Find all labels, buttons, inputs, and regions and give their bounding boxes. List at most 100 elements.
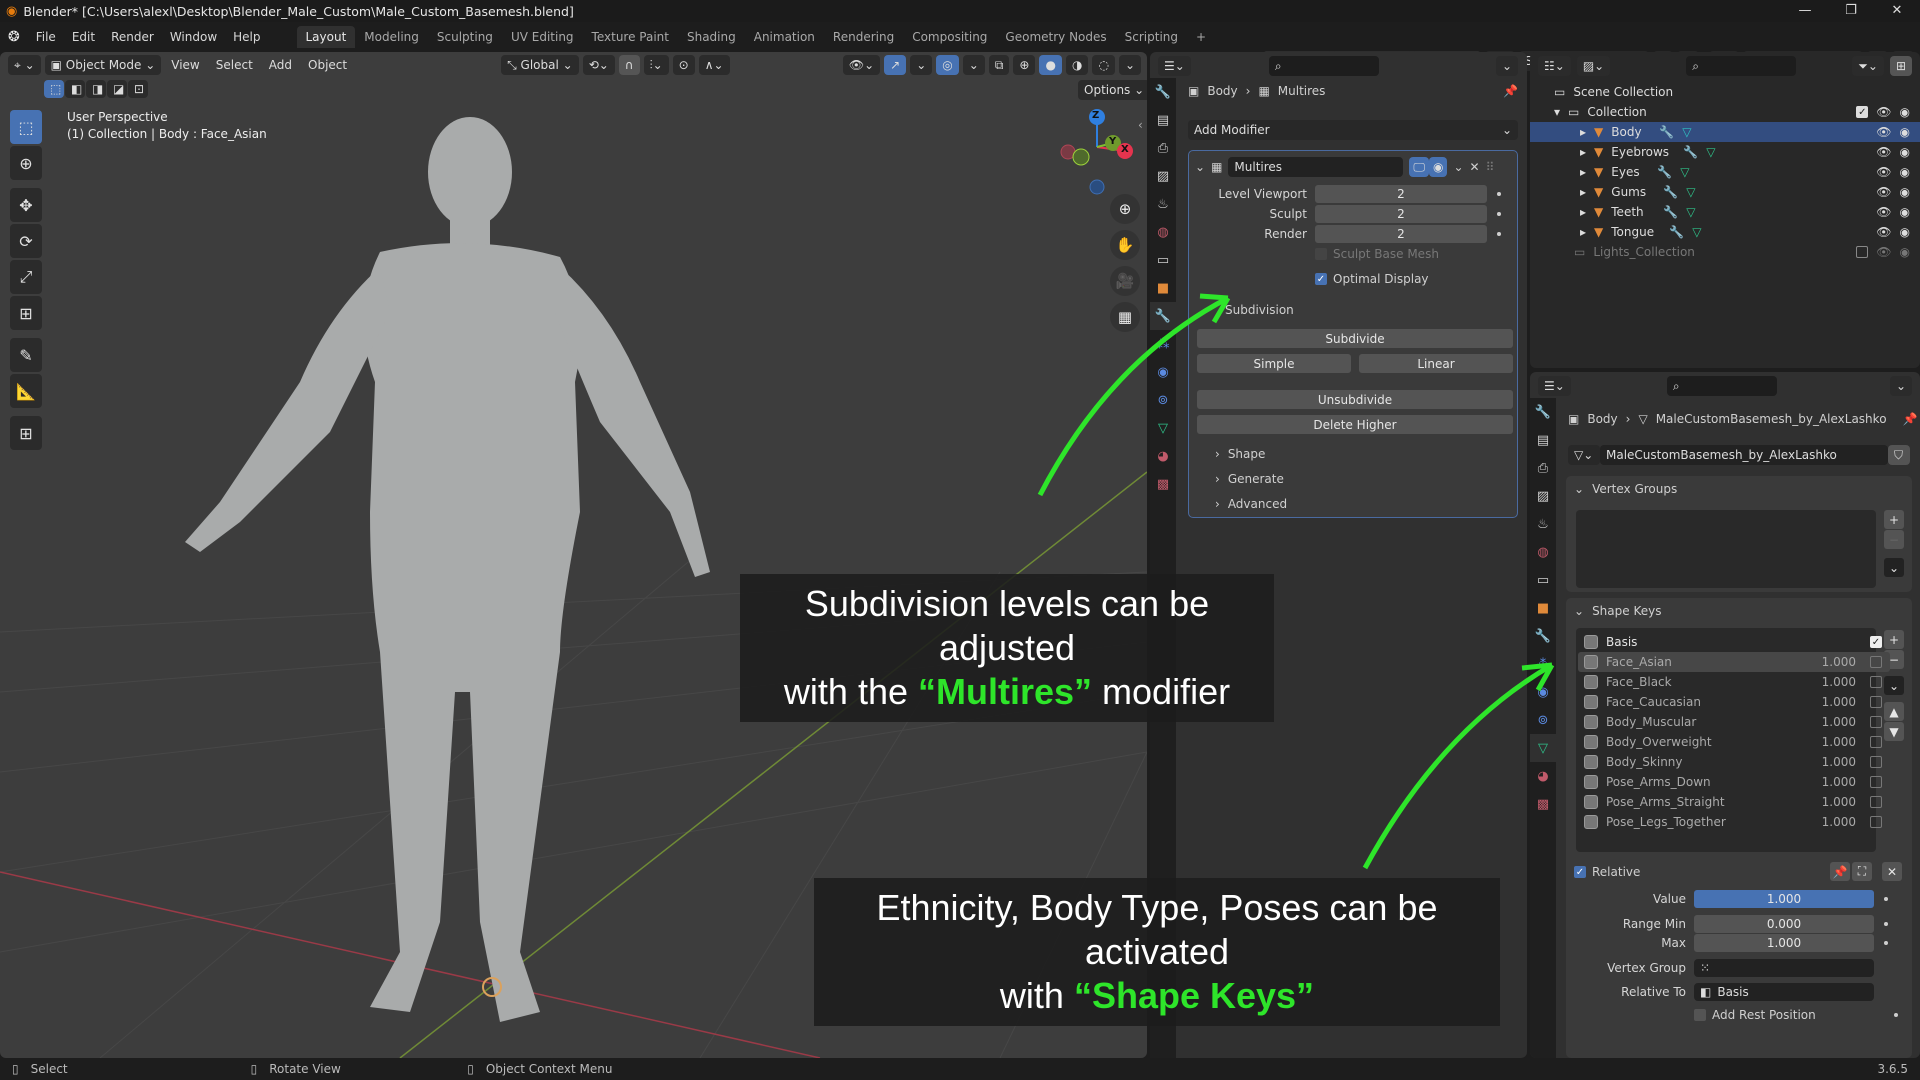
vertex-group-field[interactable]: ⁙ — [1694, 959, 1874, 977]
keyframe-dot[interactable] — [1497, 192, 1501, 196]
eye-icon[interactable]: 👁 — [1876, 145, 1891, 159]
scale-tool[interactable]: ⤢ — [10, 260, 42, 294]
editor-type-button[interactable]: ☷⌄ — [1538, 56, 1571, 76]
shading-rendered[interactable]: ◌ — [1092, 55, 1115, 75]
select-extend-button[interactable]: ◧ — [65, 80, 85, 98]
shape-key-value[interactable]: 1.000 — [1796, 795, 1856, 809]
tab-texture[interactable]: ▩ — [1150, 470, 1176, 498]
shape-key-mute-checkbox[interactable] — [1870, 676, 1882, 688]
shape-key-value[interactable]: 1.000 — [1796, 675, 1856, 689]
keyframe-dot[interactable] — [1894, 1013, 1898, 1017]
shape-key-mute-checkbox[interactable] — [1870, 736, 1882, 748]
eye-icon[interactable]: 👁 — [1876, 165, 1891, 179]
outliner-search[interactable]: ⌕ — [1686, 56, 1797, 76]
outliner-collection[interactable]: ▾ ▭ Collection ✓ 👁 ◉ — [1530, 102, 1920, 122]
select-invert-button[interactable]: ◪ — [107, 80, 127, 98]
body-mesh[interactable] — [185, 117, 710, 1023]
properties-options-button[interactable]: ⌄ — [1495, 56, 1518, 76]
eye-icon[interactable]: 👁 — [1876, 205, 1891, 219]
subpanel-advanced[interactable]: › Advanced — [1215, 497, 1287, 511]
add-workspace-button[interactable]: + — [1187, 26, 1215, 48]
drag-handle-icon[interactable]: ⠿ — [1486, 160, 1495, 174]
close-button[interactable]: ✕ — [1874, 0, 1920, 22]
shape-key-mute-checkbox[interactable] — [1870, 716, 1882, 728]
snap-toggle[interactable]: ∩ — [618, 55, 640, 75]
camera-icon[interactable]: ◉ — [1900, 125, 1910, 139]
menu-window[interactable]: Window — [162, 30, 225, 44]
pin-icon[interactable]: 📌 — [1503, 84, 1518, 98]
shape-key-value[interactable]: 1.000 — [1796, 775, 1856, 789]
outliner-scene-collection[interactable]: ▭ Scene Collection — [1530, 82, 1920, 102]
exclude-checkbox[interactable]: ✓ — [1856, 106, 1869, 118]
shape-key-mute-checkbox[interactable] — [1870, 756, 1882, 768]
add-rest-position-checkbox[interactable]: Add Rest Position — [1694, 1008, 1906, 1022]
shape-key-row[interactable]: Pose_Legs_Together 1.000 — [1578, 812, 1890, 832]
sculpt-base-mesh-checkbox[interactable]: Sculpt Base Mesh — [1315, 247, 1439, 261]
camera-icon[interactable]: ◉ — [1900, 165, 1910, 179]
shape-key-value[interactable]: 1.000 — [1796, 815, 1856, 829]
tab-rendering[interactable]: Rendering — [824, 26, 903, 48]
menu-select[interactable]: Select — [210, 58, 259, 72]
select-subtract-button[interactable]: ◨ — [86, 80, 106, 98]
shading-solid[interactable]: ● — [1039, 55, 1062, 75]
edit-mode-shape-button[interactable]: ⛶ — [1852, 862, 1872, 881]
tab-modifiers[interactable]: 🔧 — [1530, 622, 1556, 650]
fake-user-button[interactable]: ⛉ — [1888, 445, 1910, 465]
menu-view[interactable]: View — [165, 58, 205, 72]
tab-material[interactable]: ◕ — [1150, 442, 1176, 470]
tab-physics[interactable]: ◉ — [1150, 358, 1176, 386]
shape-key-row[interactable]: Body_Muscular 1.000 — [1578, 712, 1890, 732]
shading-material[interactable]: ◑ — [1065, 55, 1089, 75]
shape-key-row[interactable]: Body_Overweight 1.000 — [1578, 732, 1890, 752]
shape-key-row[interactable]: Pose_Arms_Straight 1.000 — [1578, 792, 1890, 812]
xray-toggle[interactable]: ⧉ — [988, 55, 1010, 75]
tab-geometry-nodes[interactable]: Geometry Nodes — [996, 26, 1115, 48]
menu-object[interactable]: Object — [302, 58, 353, 72]
exclude-checkbox[interactable] — [1856, 246, 1869, 258]
tab-constraints[interactable]: ⊚ — [1530, 706, 1556, 734]
outliner-item-body[interactable]: ▸ ▼ Body 🔧 ▽ 👁 ◉ — [1530, 122, 1920, 142]
shape-key-value[interactable]: 1.000 — [1796, 735, 1856, 749]
unsubdivide-button[interactable]: Unsubdivide — [1197, 390, 1513, 409]
tab-animation[interactable]: Animation — [745, 26, 824, 48]
tab-render[interactable]: ▤ — [1150, 106, 1176, 134]
gizmo-dropdown[interactable]: ⌄ — [910, 55, 933, 75]
zoom-button[interactable]: ⊕ — [1110, 194, 1140, 224]
mesh-name-field[interactable]: MaleCustomBasemesh_by_AlexLashko — [1600, 445, 1888, 465]
shape-key-mute-checkbox[interactable]: ✓ — [1870, 636, 1882, 648]
tab-modifiers[interactable]: 🔧 — [1150, 302, 1176, 330]
chevron-down-icon[interactable]: ⌄ — [1453, 160, 1463, 174]
properties-search[interactable]: ⌕ — [1666, 376, 1777, 396]
menu-render[interactable]: Render — [103, 30, 162, 44]
tab-scripting[interactable]: Scripting — [1116, 26, 1187, 48]
outliner-lights-collection[interactable]: ▭ Lights_Collection 👁 ◉ — [1530, 242, 1920, 262]
shading-wireframe[interactable]: ⊕ — [1013, 55, 1036, 75]
tab-view-layer[interactable]: ▨ — [1530, 482, 1556, 510]
camera-icon[interactable]: ◉ — [1900, 185, 1910, 199]
tab-object[interactable]: ■ — [1530, 594, 1556, 622]
sculpt-level-field[interactable]: 2 — [1315, 205, 1487, 223]
eye-icon[interactable]: 👁 — [1876, 245, 1891, 259]
keyframe-dot[interactable] — [1884, 897, 1888, 901]
tab-collection[interactable]: ▭ — [1530, 566, 1556, 594]
outliner-item-eyebrows[interactable]: ▸ ▼ Eyebrows 🔧 ▽ 👁 ◉ — [1530, 142, 1920, 162]
camera-icon[interactable]: ◉ — [1900, 145, 1910, 159]
display-mode-button[interactable]: ▨⌄ — [1576, 56, 1611, 76]
tab-modeling[interactable]: Modeling — [355, 26, 428, 48]
tab-world[interactable]: ◍ — [1150, 218, 1176, 246]
camera-icon[interactable]: ◉ — [1900, 205, 1910, 219]
shape-key-value[interactable]: 1.000 — [1796, 695, 1856, 709]
tab-scene[interactable]: ♨ — [1530, 510, 1556, 538]
relative-to-field[interactable]: ◧ Basis — [1694, 983, 1874, 1001]
tab-particles[interactable]: ⁂ — [1150, 330, 1176, 358]
tab-tool[interactable]: 🔧 — [1150, 78, 1176, 106]
tab-uv-editing[interactable]: UV Editing — [502, 26, 583, 48]
shape-key-value[interactable]: 1.000 — [1796, 715, 1856, 729]
shape-key-row[interactable]: Face_Asian 1.000 — [1578, 652, 1890, 672]
tab-data[interactable]: ▽ — [1150, 414, 1176, 442]
new-collection-button[interactable]: ⊞ — [1889, 56, 1912, 76]
pan-button[interactable]: ✋ — [1110, 230, 1140, 260]
vertex-groups-list[interactable] — [1576, 510, 1876, 588]
pivot-point-button[interactable]: ⟲⌄ — [582, 55, 615, 75]
tab-render[interactable]: ▤ — [1530, 426, 1556, 454]
